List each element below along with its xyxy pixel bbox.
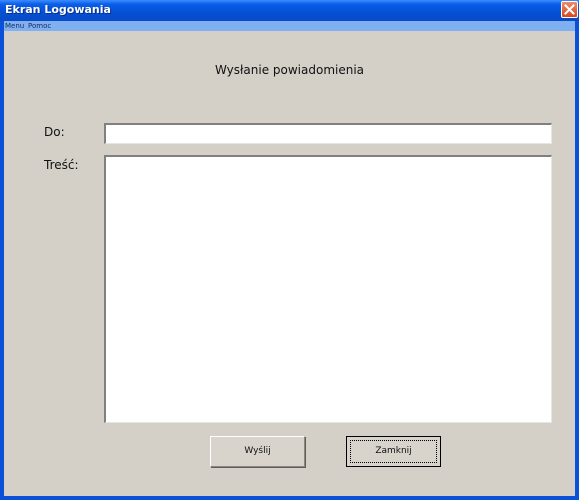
title-bar[interactable]: Ekran Logowania — [0, 0, 579, 21]
body-label: Treść: — [44, 158, 79, 172]
close-x-icon — [564, 4, 575, 15]
form-heading: Wysłanie powiadomienia — [214, 63, 365, 77]
message-body-textarea[interactable] — [104, 155, 552, 423]
send-button[interactable]: Wyślij — [210, 436, 305, 467]
recipient-input[interactable] — [104, 123, 552, 144]
to-label: Do: — [44, 125, 65, 139]
send-button-label: Wyślij — [244, 446, 271, 456]
window-title: Ekran Logowania — [5, 3, 111, 16]
close-button[interactable]: Zamknij — [346, 436, 441, 467]
menu-item-pomoc[interactable]: Pomoc — [28, 21, 51, 31]
window-close-button[interactable] — [561, 1, 578, 18]
close-button-label: Zamknij — [375, 446, 412, 456]
menu-bar: Menu Pomoc — [4, 21, 575, 31]
app-window: Ekran Logowania Menu Pomoc Wysłanie powi… — [0, 0, 579, 500]
menu-item-menu[interactable]: Menu — [5, 21, 24, 31]
